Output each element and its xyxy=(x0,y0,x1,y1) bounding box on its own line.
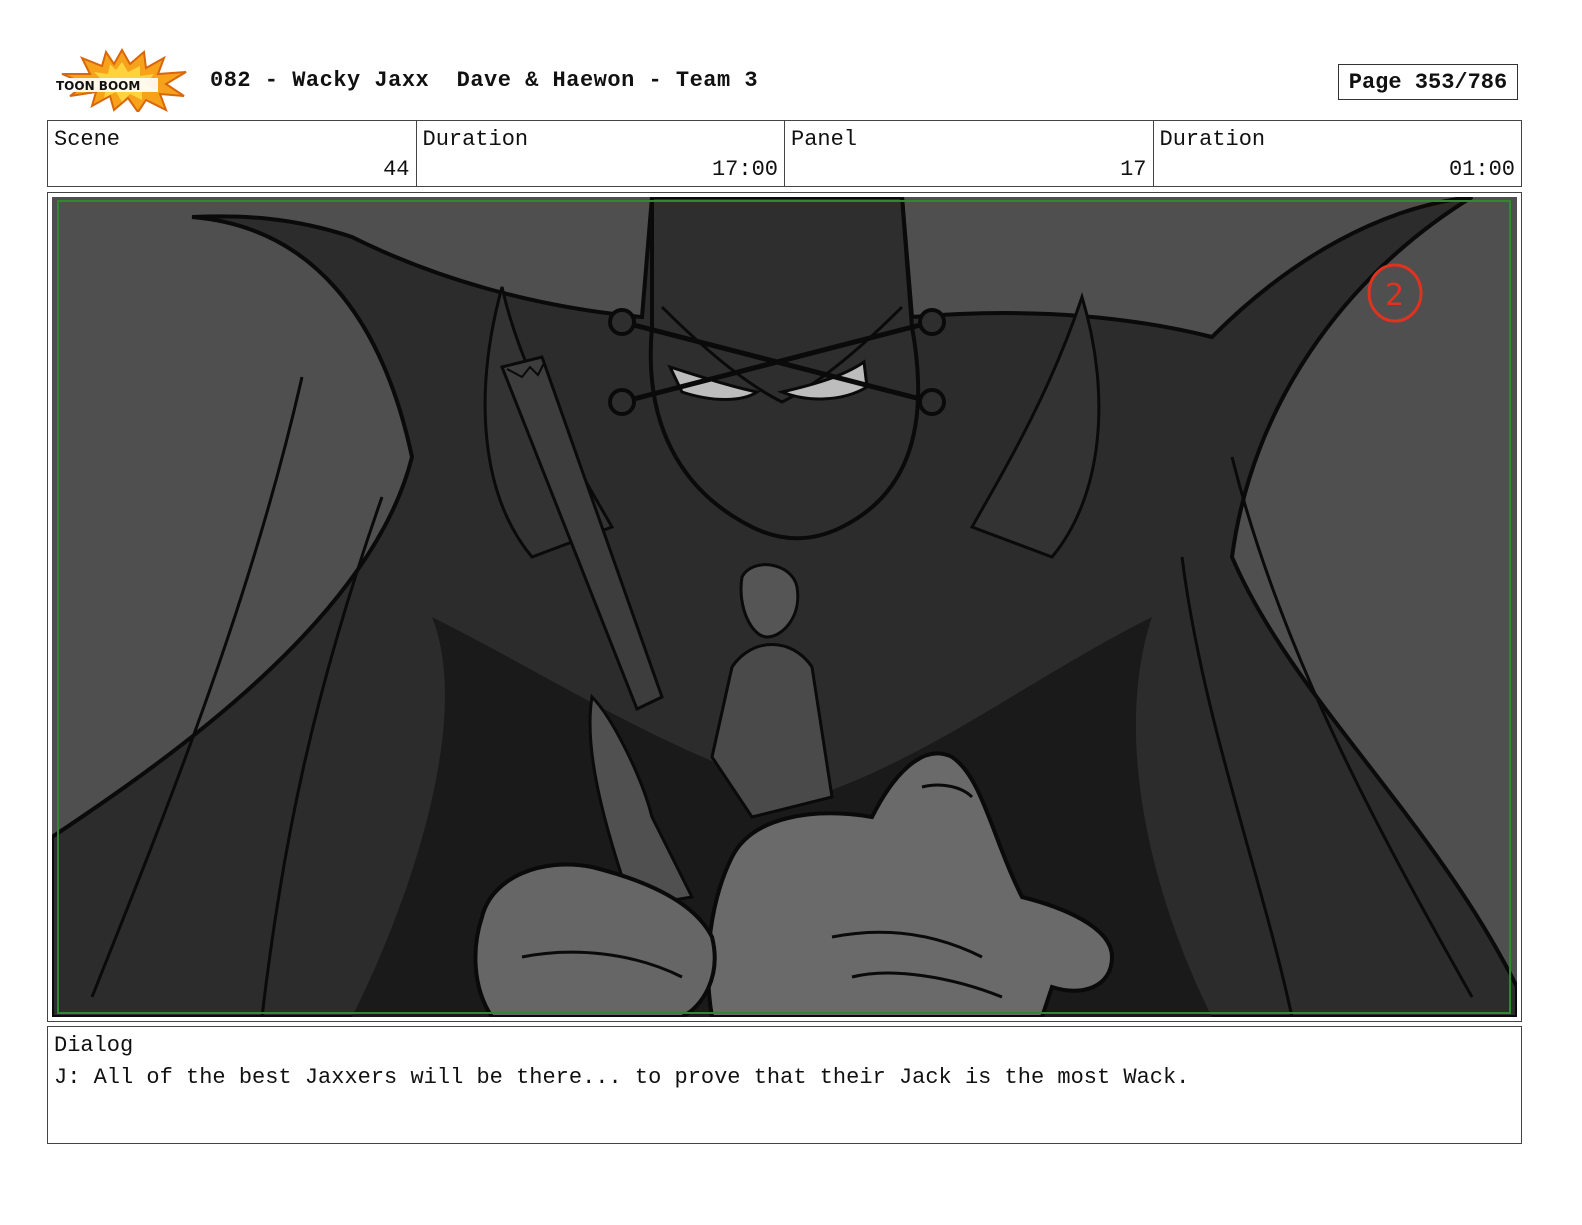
dialog-box: Dialog J: All of the best Jaxxers will b… xyxy=(47,1026,1522,1144)
panel-duration-value: 01:00 xyxy=(1448,157,1515,182)
scene-value: 44 xyxy=(383,157,410,182)
storyboard-panel-frame: 2 xyxy=(47,192,1522,1022)
panel-number-annotation: 2 xyxy=(1385,278,1404,313)
panel-duration-label: Duration xyxy=(1159,127,1266,152)
dialog-label: Dialog xyxy=(54,1033,134,1058)
panel-duration-cell: Duration 01:00 xyxy=(1154,121,1522,186)
dialog-text: J: All of the best Jaxxers will be there… xyxy=(54,1065,1190,1090)
page-number-text: Page 353/786 xyxy=(1348,69,1508,95)
scene-duration-value: 17:00 xyxy=(711,157,778,182)
scene-label: Scene xyxy=(54,127,121,152)
scene-cell: Scene 44 xyxy=(48,121,417,186)
storyboard-panel-image: 2 xyxy=(52,197,1517,1017)
panel-label: Panel xyxy=(791,127,858,152)
scene-duration-label: Duration xyxy=(422,127,529,152)
logo-text: TOON BOOM xyxy=(56,79,140,93)
panel-value: 17 xyxy=(1120,157,1147,182)
toon-boom-logo: TOON BOOM xyxy=(52,47,190,114)
document-title: 082 - Wacky Jaxx Dave & Haewon - Team 3 xyxy=(210,68,759,93)
scene-info-table: Scene 44 Duration 17:00 Panel 17 Duratio… xyxy=(47,120,1522,187)
panel-cell: Panel 17 xyxy=(785,121,1154,186)
page-number-badge: Page 353/786 xyxy=(1338,64,1518,100)
scene-duration-cell: Duration 17:00 xyxy=(417,121,785,186)
